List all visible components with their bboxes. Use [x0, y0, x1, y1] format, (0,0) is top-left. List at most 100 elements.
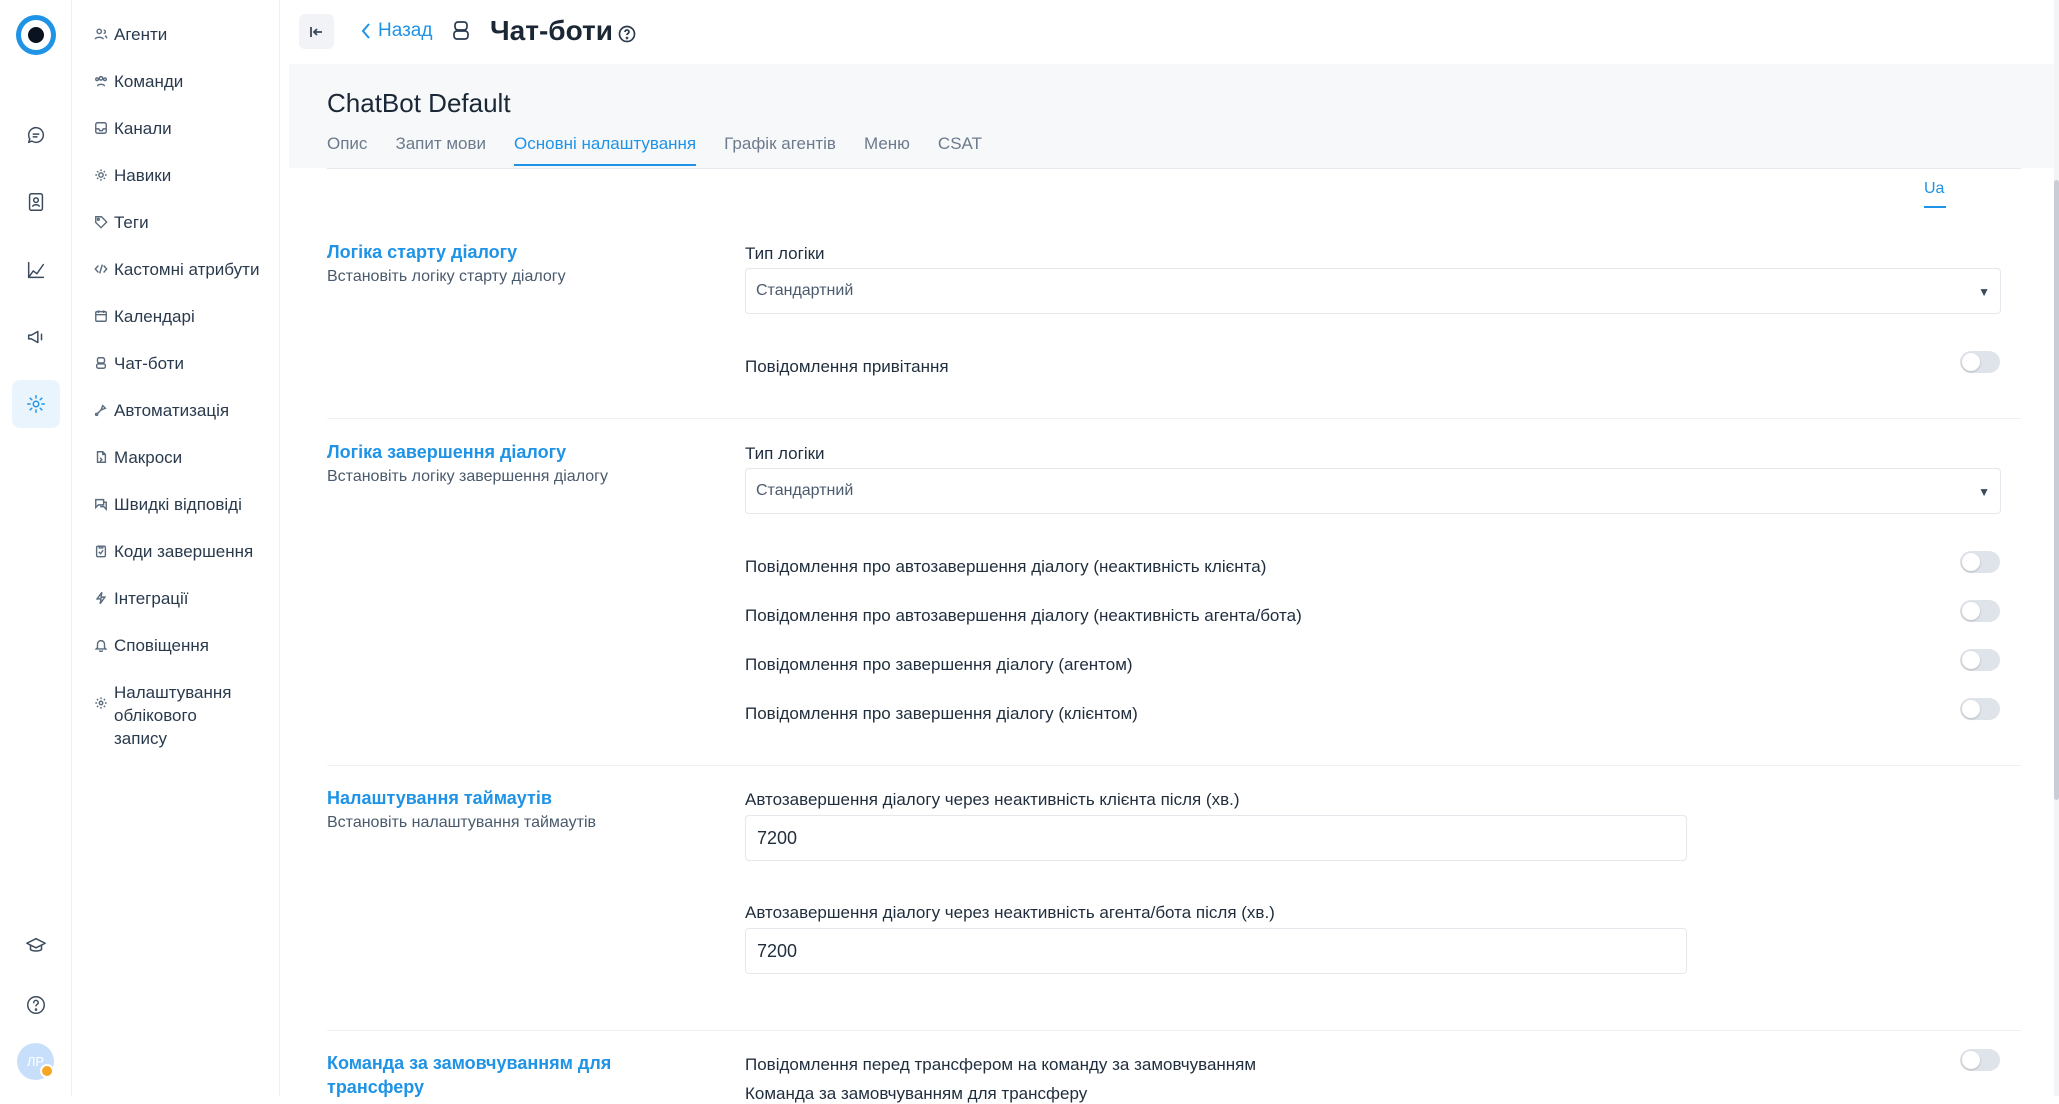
primary-nav-rail: ЛР	[0, 0, 72, 1096]
greeting-message-toggle[interactable]	[1960, 351, 2000, 373]
closed-by-client-toggle[interactable]	[1960, 698, 2000, 720]
settings-button[interactable]	[12, 380, 60, 428]
default-transfer-team-label: Команда за замовчуванням для трансферу	[745, 1084, 1088, 1103]
campaigns-icon	[27, 330, 43, 344]
closed-by-agent-toggle[interactable]	[1960, 649, 2000, 671]
menu-item-label: Агенти	[114, 25, 168, 44]
tab-menu[interactable]: Меню	[864, 134, 910, 166]
menu-item-agents[interactable]: Агенти	[94, 23, 167, 46]
top-bar: Назад Чат-боти	[280, 0, 2059, 64]
client-timeout-label: Автозавершення діалогу через неактивніст…	[745, 790, 1240, 809]
reports-button[interactable]	[12, 246, 60, 294]
inbox-icon	[94, 120, 108, 134]
menu-item-label: Інтеграції	[114, 589, 189, 608]
agent-timeout-input[interactable]: 7200	[745, 928, 1687, 974]
menu-item-label: Сповіщення	[114, 636, 209, 655]
menu-item-label: Календарі	[114, 307, 195, 326]
scrollbar-thumb[interactable]	[2054, 180, 2059, 800]
chat-icon	[27, 126, 45, 144]
section-description-timeouts: Встановіть налаштування таймаутів	[327, 814, 597, 831]
menu-item-label: Кастомні атрибути	[114, 260, 260, 279]
autoclose-agent-inactivity-label: Повідомлення про автозавершення діалогу …	[745, 606, 1302, 625]
help-icon	[27, 996, 45, 1014]
academy-icon	[26, 937, 46, 952]
section-divider	[327, 418, 2021, 419]
menu-item-inboxes[interactable]: Канали	[94, 117, 172, 140]
closed-by-agent-label: Повідомлення про завершення діалогу (аге…	[745, 655, 1133, 674]
flash-icon	[94, 590, 108, 605]
menu-item-automation[interactable]: Автоматизація	[94, 399, 229, 422]
campaigns-button[interactable]	[12, 313, 60, 361]
menu-item-label: Швидкі відповіді	[114, 495, 242, 514]
select-value: Стандартний	[756, 482, 854, 499]
bot-icon	[94, 355, 108, 369]
tab-language-request[interactable]: Запит мови	[395, 134, 486, 166]
tabs-divider	[327, 168, 2021, 169]
menu-item-tags[interactable]: Теги	[94, 211, 149, 234]
language-tab-ua[interactable]: Ua	[1924, 180, 1946, 208]
back-label: Назад	[378, 20, 433, 41]
input-value: 7200	[757, 828, 798, 848]
caret-down-icon: ▼	[1978, 285, 1990, 299]
tab-csat[interactable]: CSAT	[938, 134, 982, 166]
pre-transfer-message-toggle[interactable]	[1960, 1049, 2000, 1071]
menu-item-label: Навики	[114, 166, 172, 185]
menu-item-integrations[interactable]: Інтеграції	[94, 587, 189, 610]
pre-transfer-message-label: Повідомлення перед трансфером на команду…	[745, 1055, 1257, 1074]
menu-item-notifications[interactable]: Сповіщення	[94, 634, 209, 657]
help-button[interactable]	[12, 981, 60, 1029]
menu-item-canned-responses[interactable]: Швидкі відповіді	[94, 493, 242, 516]
conversations-button[interactable]	[12, 111, 60, 159]
menu-item-label: Коди завершення	[114, 542, 254, 561]
menu-item-calendars[interactable]: Календарі	[94, 305, 195, 328]
tab-agent-schedule[interactable]: Графік агентів	[724, 134, 836, 166]
contacts-button[interactable]	[12, 178, 60, 226]
menu-item-custom-attributes[interactable]: Кастомні атрибути	[94, 258, 259, 281]
tab-description[interactable]: Опис	[327, 134, 367, 166]
section-divider	[327, 1030, 2021, 1031]
back-button[interactable]: Назад	[360, 20, 432, 42]
tab-main-settings[interactable]: Основні налаштування	[514, 134, 697, 166]
help-icon[interactable]	[618, 25, 636, 43]
bell-icon	[94, 637, 108, 653]
end-logic-type-select[interactable]: Стандартний ▼	[745, 468, 2001, 514]
start-logic-type-select[interactable]: Стандартний ▼	[745, 268, 2001, 314]
section-title-start-logic: Логіка старту діалогу	[327, 242, 518, 262]
menu-item-resolution-codes[interactable]: Коди завершення	[94, 540, 253, 563]
select-value: Стандартний	[756, 282, 854, 299]
logo-icon[interactable]	[16, 15, 56, 55]
academy-button[interactable]	[12, 922, 60, 970]
menu-item-account-settings[interactable]: Налаштування облікового запису	[94, 681, 254, 750]
menu-item-chatbots[interactable]: Чат-боти	[94, 352, 184, 375]
bot-tabs: Опис Запит мови Основні налаштування Гра…	[327, 134, 982, 166]
menu-item-macros[interactable]: Макроси	[94, 446, 182, 469]
menu-item-skills[interactable]: Навики	[94, 164, 171, 187]
section-title-default-transfer-team: Команда за замовчуванням для трансферу	[327, 1053, 612, 1097]
menu-item-label: Команди	[114, 72, 184, 91]
section-description-start-logic: Встановіть логіку старту діалогу	[327, 268, 566, 285]
client-timeout-input[interactable]: 7200	[745, 815, 1687, 861]
bot-icon	[450, 20, 472, 42]
autoclose-client-inactivity-toggle[interactable]	[1960, 551, 2000, 573]
menu-item-label: Налаштування облікового запису	[114, 683, 232, 748]
settings-menu: Агенти Команди Канали Навики Теги Кастом…	[72, 0, 280, 1096]
tag-icon	[94, 214, 108, 229]
contacts-icon	[28, 193, 44, 211]
section-title-end-logic: Логіка завершення діалогу	[327, 442, 567, 462]
menu-item-label: Теги	[114, 213, 149, 232]
menu-item-teams[interactable]: Команди	[94, 70, 183, 93]
menu-item-label: Канали	[114, 119, 172, 138]
agent-timeout-label: Автозавершення діалогу через неактивніст…	[745, 903, 1275, 922]
end-logic-type-label: Тип логіки	[745, 444, 825, 463]
section-description-end-logic: Встановіть логіку завершення діалогу	[327, 468, 608, 485]
autoclose-agent-inactivity-toggle[interactable]	[1960, 600, 2000, 622]
teams-icon	[94, 73, 108, 87]
menu-item-label: Чат-боти	[114, 354, 184, 373]
settings-icon	[27, 395, 45, 413]
agents-icon	[94, 26, 108, 40]
canned-responses-icon	[94, 496, 108, 511]
macros-icon	[94, 449, 108, 463]
collapse-sidebar-button[interactable]	[299, 14, 334, 49]
menu-item-label: Макроси	[114, 448, 183, 467]
chevron-left-icon	[361, 23, 370, 39]
